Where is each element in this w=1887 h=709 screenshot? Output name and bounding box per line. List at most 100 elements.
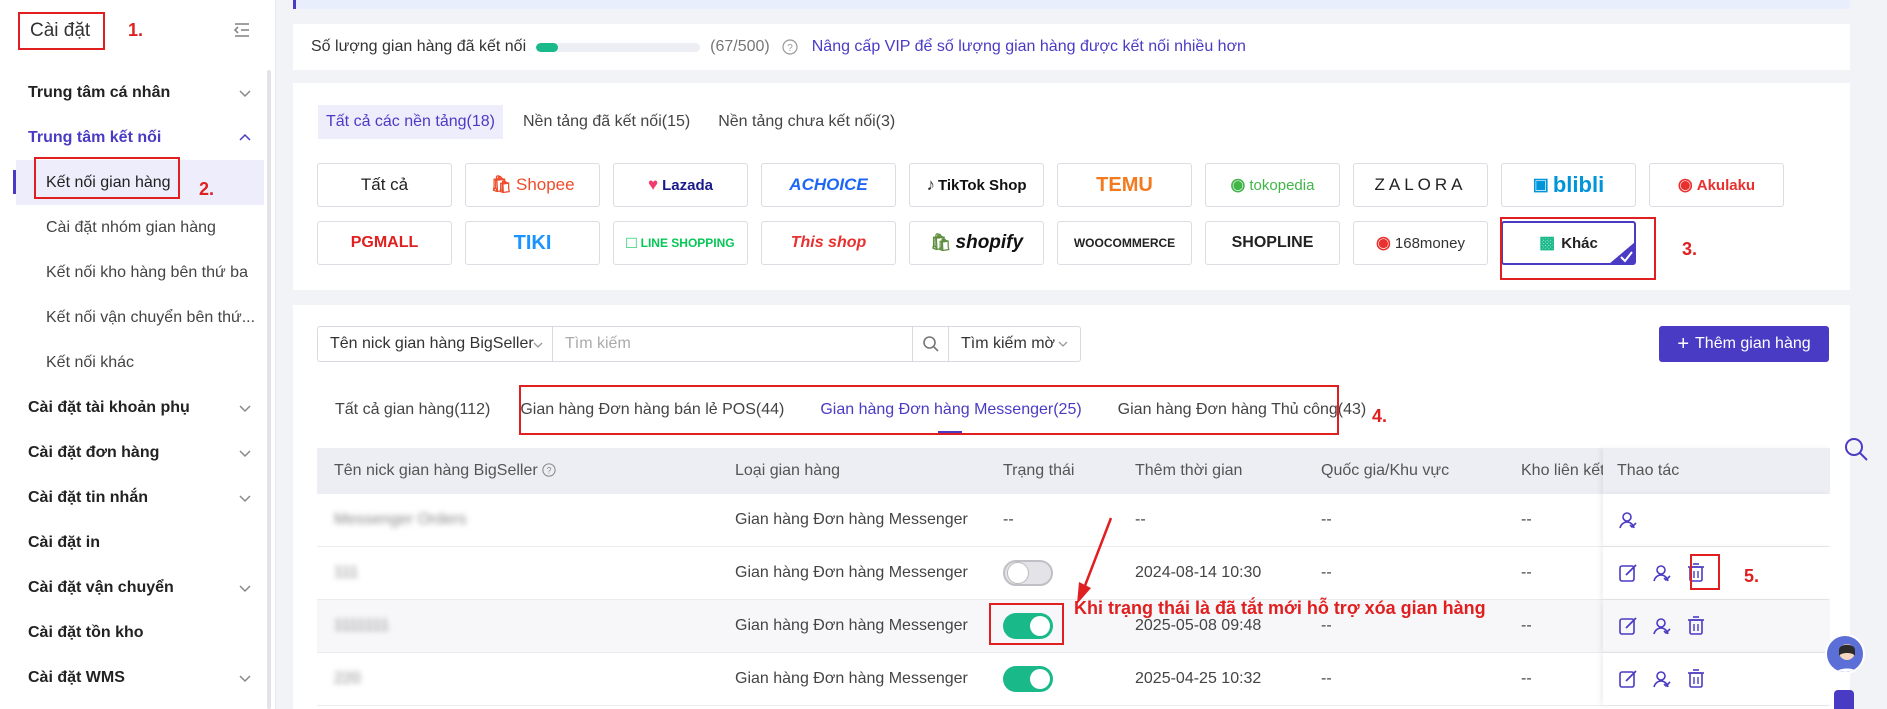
platform-tiki[interactable]: TIKI [465, 221, 600, 265]
platform-other[interactable]: ▩ Khác [1501, 221, 1636, 265]
tab-messenger-stores[interactable]: Gian hàng Đơn hàng Messenger(25) [820, 401, 1082, 434]
sidebar-item-store-group-settings[interactable]: Cài đặt nhóm gian hàng [0, 205, 276, 250]
edit-icon[interactable] [1617, 562, 1639, 584]
sidebar-scrollbar[interactable] [267, 70, 271, 709]
tab-pos-stores[interactable]: Gian hàng Đơn hàng bán lẻ POS(44) [520, 401, 784, 419]
edit-icon[interactable] [1617, 668, 1639, 690]
platform-temu[interactable]: TEMU [1057, 163, 1192, 207]
platform-shopify[interactable]: 🛍 shopify [909, 221, 1044, 265]
select-value: Tìm kiếm mờ [961, 335, 1056, 352]
akulaku-a-icon: ◉ [1677, 175, 1693, 194]
platform-shopline[interactable]: SHOPLINE [1205, 221, 1340, 265]
tab-all-stores[interactable]: Tất cả gian hàng(112) [335, 401, 490, 419]
sidebar-item-connection-center[interactable]: Trung tâm kết nối [0, 115, 276, 160]
sidebar-item-sub-accounts[interactable]: Cài đặt tài khoản phụ [0, 385, 276, 430]
notice-strip [293, 0, 1850, 9]
platform-blibli[interactable]: ▣ blibli [1501, 163, 1636, 207]
delete-icon[interactable] [1685, 562, 1707, 584]
user-assign-icon[interactable] [1651, 562, 1673, 584]
platform-tokopedia[interactable]: ◉ tokopedia [1205, 163, 1340, 207]
sidebar-item-label: Kết nối vận chuyển bên thứ... [46, 308, 256, 326]
status-toggle-on[interactable] [1003, 666, 1053, 692]
sidebar-item-other-connections[interactable]: Kết nối khác [0, 340, 276, 385]
sidebar-item-label: Cài đặt in [28, 533, 101, 551]
sidebar-item-print-settings[interactable]: Cài đặt in [0, 520, 276, 565]
connection-quota-bar: Số lượng gian hàng đã kết nối (67/500) ?… [293, 24, 1850, 70]
annotation-arrow-icon [1077, 517, 1113, 604]
sidebar-item-label: Cài đặt nhóm gian hàng [46, 218, 216, 236]
country: -- [1321, 670, 1332, 687]
toggle-knob [1030, 669, 1050, 689]
platform-achoice[interactable]: ACHOICE [761, 163, 896, 207]
header-store-nick: Tên nick gian hàng BigSeller ? [334, 462, 556, 480]
platform-168money[interactable]: ◉ 168money [1353, 221, 1488, 265]
nick-name-select[interactable]: Tên nick gian hàng BigSeller [317, 326, 553, 362]
sidebar-item-message-settings[interactable]: Cài đặt tin nhắn [0, 475, 276, 520]
shopee-bag-icon: 🛍 [490, 175, 512, 194]
sidebar-item-label: Kết nối gian hàng [46, 173, 171, 191]
add-store-button[interactable]: + Thêm gian hàng [1659, 326, 1829, 362]
sidebar-item-shipping-settings[interactable]: Cài đặt vận chuyển [0, 565, 276, 610]
platform-label: blibli [1552, 172, 1605, 197]
store-type: Gian hàng Đơn hàng Messenger [735, 670, 968, 687]
sidebar-item-personal-center[interactable]: Trung tâm cá nhân [0, 70, 276, 115]
annotation-callout: Khi trạng thái là đã tắt mới hỗ trợ xóa … [1074, 598, 1486, 618]
platform-line-shopping[interactable]: □ LINE SHOPPING [613, 221, 748, 265]
chevron-down-icon [239, 584, 251, 592]
search-icon[interactable] [1843, 436, 1869, 462]
edit-icon[interactable] [1617, 615, 1639, 637]
sidebar-item-wms-settings[interactable]: Cài đặt WMS [0, 655, 276, 700]
help-icon[interactable]: ? [542, 463, 556, 477]
row-actions [1603, 600, 1830, 652]
platform-pgmall[interactable]: PGMALL [317, 221, 452, 265]
platform-label: Tất cả [360, 175, 409, 194]
header-status: Trạng thái [1003, 462, 1075, 479]
added-time: -- [1135, 511, 1146, 528]
search-button[interactable] [913, 326, 949, 362]
platform-woocommerce[interactable]: WOOCOMMERCE [1057, 221, 1192, 265]
support-avatar[interactable] [1825, 634, 1865, 674]
collapse-sidebar-icon[interactable] [232, 20, 252, 40]
status-toggle-off[interactable] [1003, 560, 1053, 586]
status-toggle-on[interactable] [1003, 613, 1053, 639]
header-actions: Thao tác [1603, 448, 1830, 494]
help-icon[interactable]: ? [782, 39, 798, 55]
sidebar-item-label: Cài đặt WMS [28, 668, 125, 686]
button-label: Thêm gian hàng [1695, 335, 1811, 352]
user-assign-icon[interactable] [1651, 615, 1673, 637]
sidebar-item-third-party-warehouse[interactable]: Kết nối kho hàng bên thứ ba [0, 250, 276, 295]
platform-label: TEMU [1096, 173, 1153, 196]
tab-manual-stores[interactable]: Gian hàng Đơn hàng Thủ công(43) [1118, 401, 1367, 419]
notification-icon[interactable] [1834, 690, 1854, 709]
sidebar-item-third-party-shipping[interactable]: Kết nối vận chuyển bên thứ... [0, 295, 276, 340]
table-header: Tên nick gian hàng BigSeller ? Loại gian… [317, 448, 1830, 494]
sidebar-item-order-settings[interactable]: Cài đặt đơn hàng [0, 430, 276, 475]
platform-lazada[interactable]: ♥ Lazada [613, 163, 748, 207]
platform-akulaku[interactable]: ◉ Akulaku [1649, 163, 1784, 207]
store-icon: ▩ [1539, 233, 1556, 252]
tab-all-platforms[interactable]: Tất cả các nền tảng(18) [318, 105, 503, 139]
platform-tiktok-shop[interactable]: ♪ TikTok Shop [909, 163, 1044, 207]
tab-connected-platforms[interactable]: Nền tảng đã kết nối(15) [515, 105, 698, 139]
platform-shopee[interactable]: 🛍 Shopee [465, 163, 600, 207]
select-value: Tên nick gian hàng BigSeller [330, 335, 534, 352]
sidebar-item-store-connection[interactable]: Kết nối gian hàng [13, 160, 264, 205]
sidebar-item-inventory-settings[interactable]: Cài đặt tồn kho [0, 610, 276, 655]
search-input[interactable] [553, 326, 913, 362]
tab-unconnected-platforms[interactable]: Nền tảng chưa kết nối(3) [710, 105, 903, 139]
user-assign-icon[interactable] [1617, 509, 1639, 531]
platform-zalora[interactable]: ZALORA [1353, 163, 1488, 207]
annotation-1: 1. [128, 20, 144, 40]
added-time: 2024-08-14 10:30 [1135, 564, 1262, 581]
platform-this-shop[interactable]: This shop [761, 221, 896, 265]
user-assign-icon[interactable] [1651, 668, 1673, 690]
fuzzy-search-select[interactable]: Tìm kiếm mờ [949, 326, 1081, 362]
delete-icon[interactable] [1685, 615, 1707, 637]
delete-icon[interactable] [1685, 668, 1707, 690]
platform-all[interactable]: Tất cả [317, 163, 452, 207]
row-actions [1603, 547, 1830, 599]
header-label: Tên nick gian hàng BigSeller [334, 462, 538, 479]
platform-label: tokopedia [1249, 176, 1315, 194]
upgrade-vip-link[interactable]: Nâng cấp VIP để số lượng gian hàng được … [812, 38, 1246, 56]
stores-panel: Tên nick gian hàng BigSeller Tìm kiếm mờ… [293, 305, 1850, 709]
